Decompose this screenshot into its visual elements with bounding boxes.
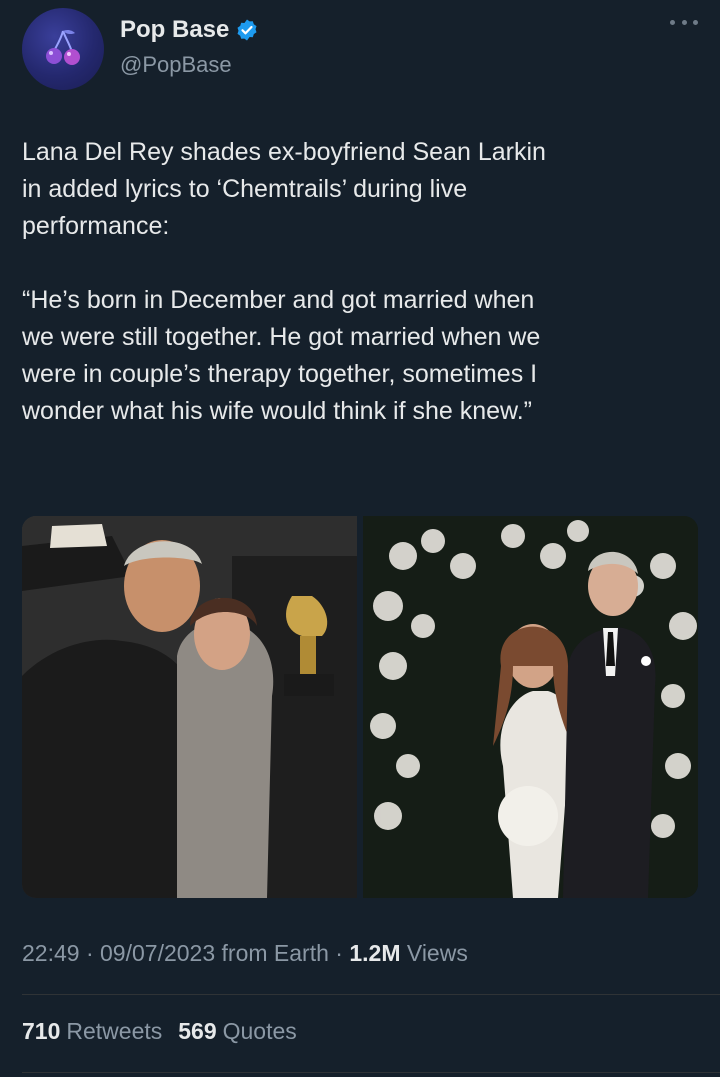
tweet-text: Lana Del Rey shades ex-boyfriend Sean La… — [22, 138, 546, 425]
tweet-source: from Earth — [221, 940, 329, 966]
red-carpet-photo-illustration — [22, 516, 357, 898]
tweet-media[interactable] — [22, 516, 698, 898]
tweet-stats: 710 Retweets 569 Quotes — [22, 1018, 297, 1045]
cherry-icon — [46, 29, 80, 65]
tweet-date[interactable]: 09/07/2023 — [100, 940, 215, 967]
display-name[interactable]: Pop Base — [120, 16, 229, 44]
more-options-icon[interactable] — [670, 20, 698, 30]
tweet-time[interactable]: 22:49 — [22, 940, 80, 967]
tweet-header: Pop Base @PopBase — [22, 6, 700, 92]
handle[interactable]: @PopBase — [120, 52, 232, 78]
wedding-photo-illustration — [363, 516, 698, 898]
tweet-meta: 22:49 · 09/07/2023 from Earth · 1.2M Vie… — [22, 940, 468, 967]
divider — [22, 994, 720, 995]
views-count: 1.2M — [349, 940, 401, 966]
quotes-count: 569 — [178, 1018, 217, 1044]
retweets-count: 710 — [22, 1018, 61, 1044]
views-label: Views — [406, 940, 468, 966]
retweets-stat[interactable]: 710 Retweets — [22, 1018, 162, 1045]
photo-red-carpet[interactable] — [22, 516, 357, 898]
photo-wedding[interactable] — [363, 516, 698, 898]
name-row: Pop Base — [120, 16, 259, 44]
verified-badge-icon — [237, 19, 257, 41]
divider — [22, 1072, 720, 1073]
separator-dot: · — [328, 940, 350, 966]
quotes-label: Quotes — [222, 1018, 297, 1044]
quotes-stat[interactable]: 569 Quotes — [178, 1018, 297, 1045]
separator-dot: · — [79, 940, 101, 966]
avatar[interactable] — [22, 8, 104, 90]
retweets-label: Retweets — [66, 1018, 163, 1044]
